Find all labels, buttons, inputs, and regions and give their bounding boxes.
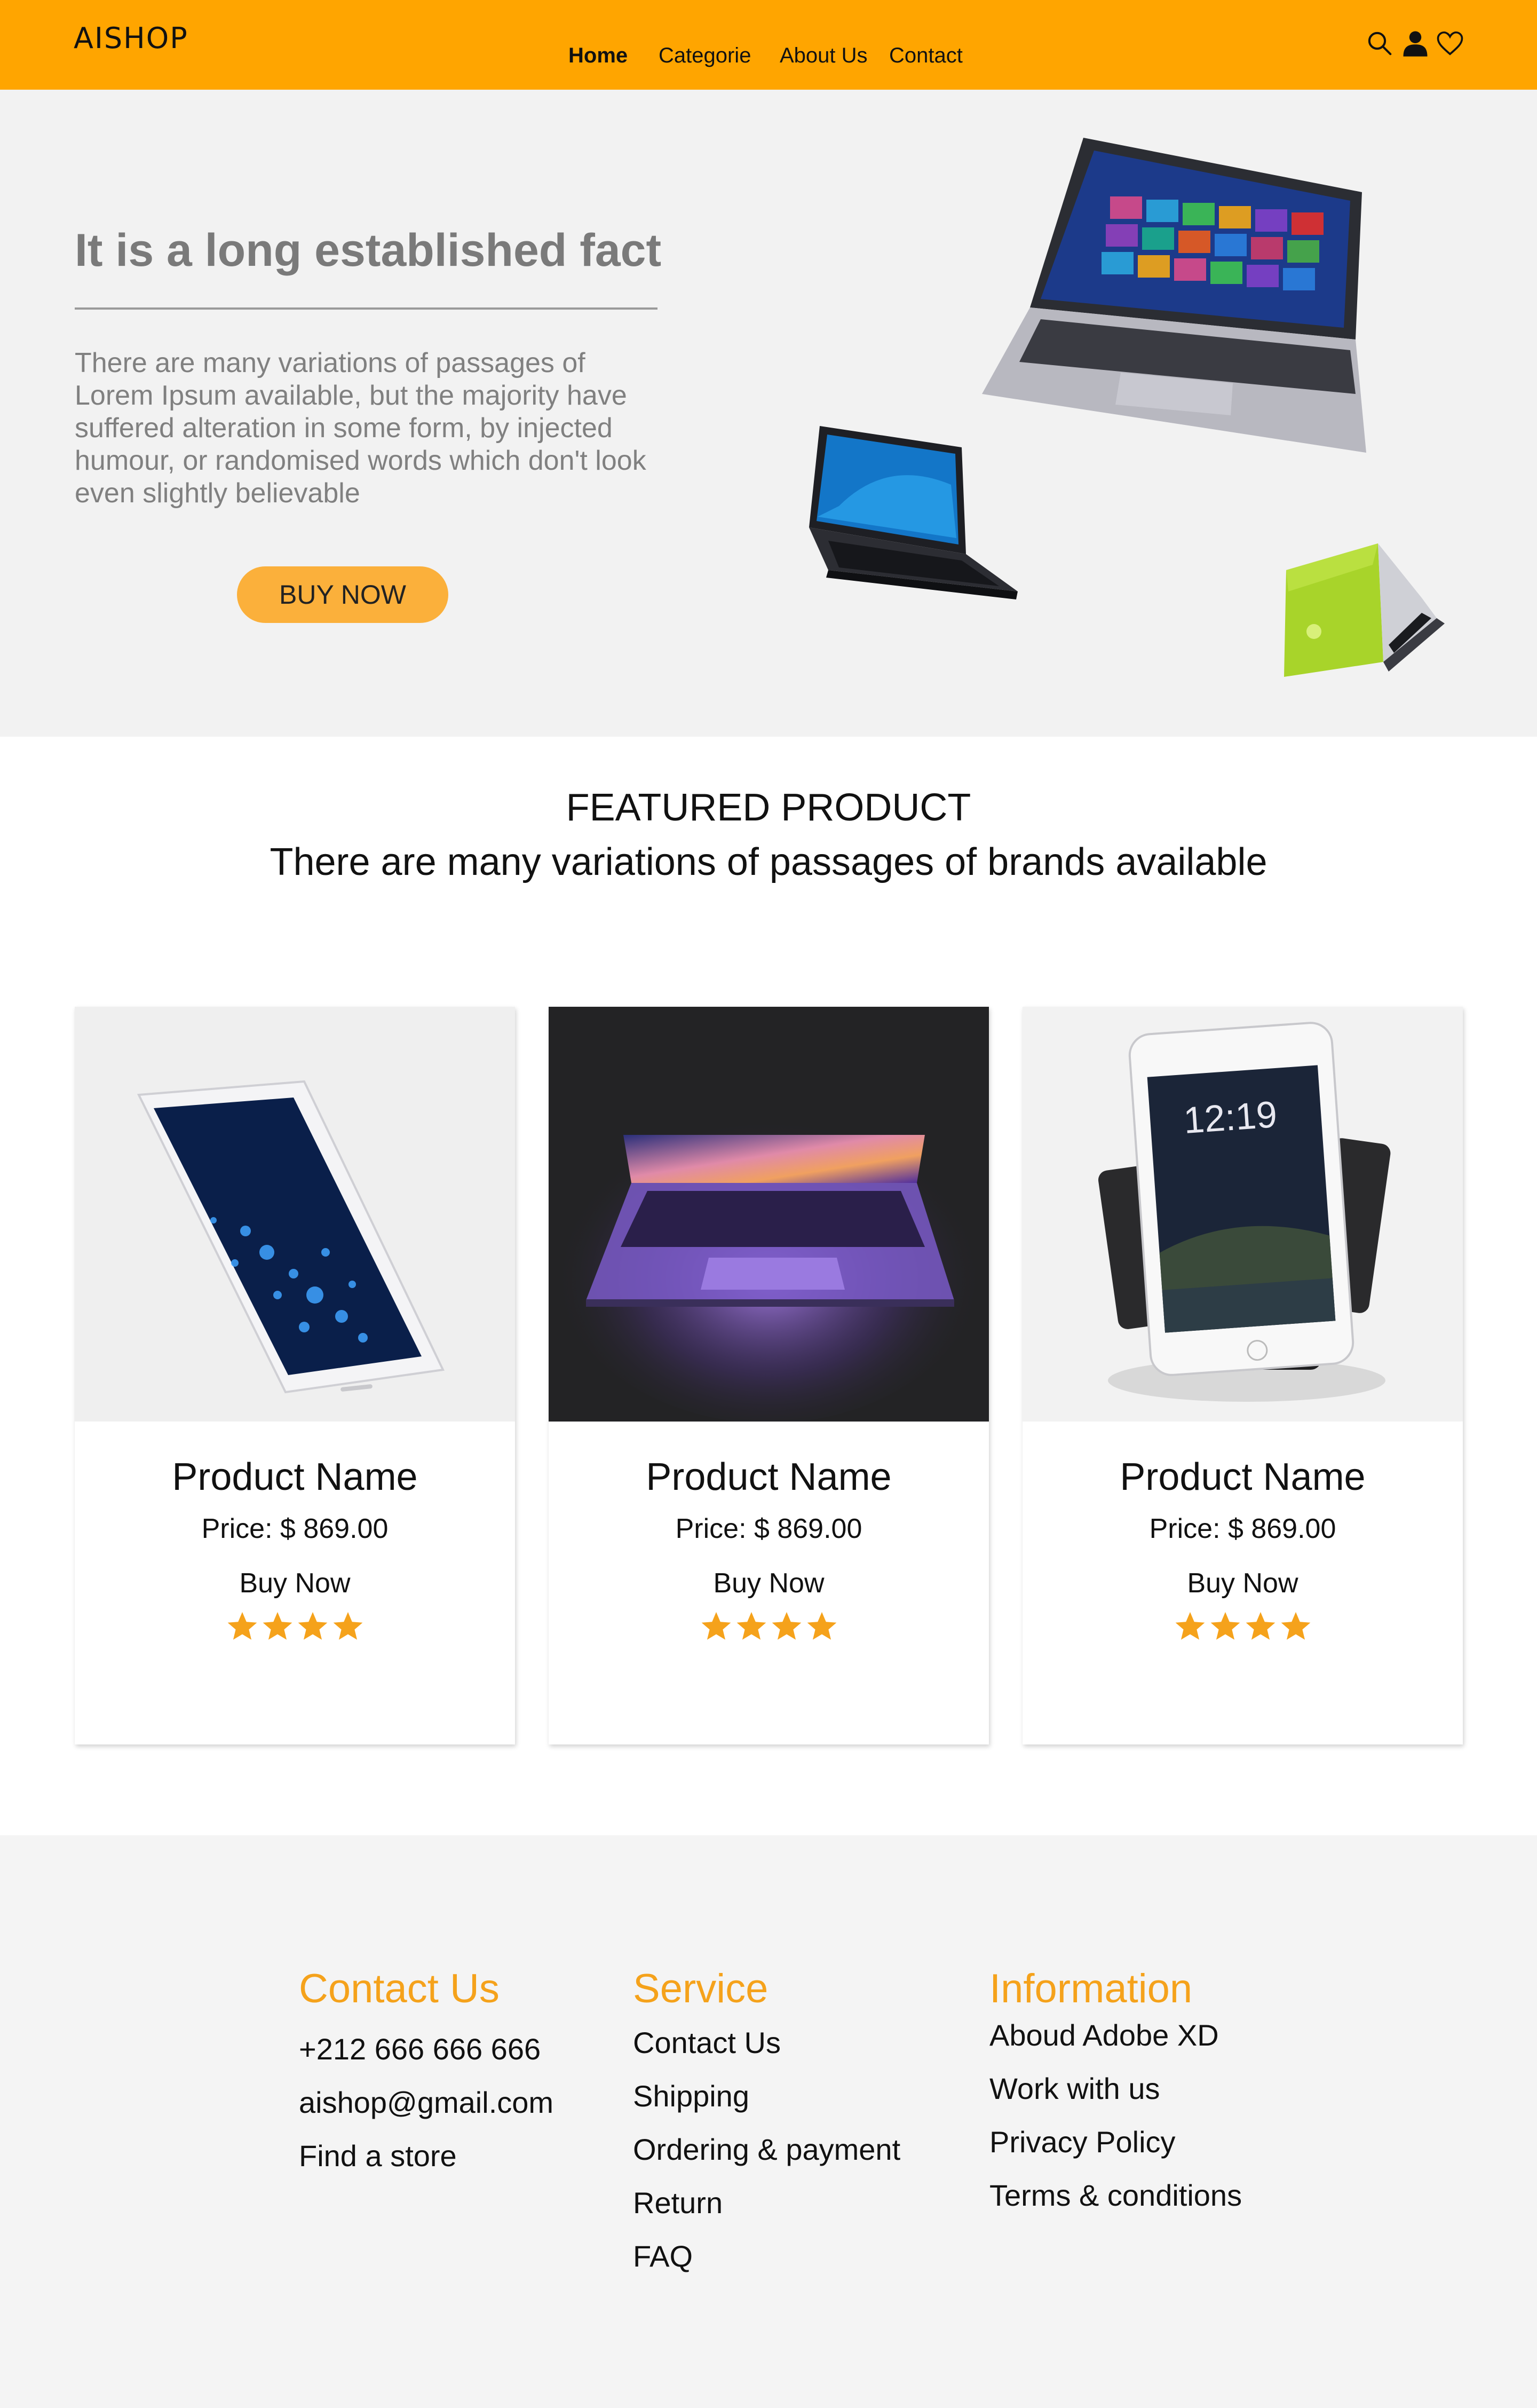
footer-link-shipping[interactable]: Shipping: [633, 2070, 900, 2123]
user-icon[interactable]: [1401, 29, 1430, 58]
nav-home[interactable]: Home: [568, 44, 628, 68]
laptop-green-image: [1284, 543, 1445, 677]
footer-service-column: Service Contact Us Shipping Ordering & p…: [633, 1965, 900, 2283]
footer-service-heading: Service: [633, 1966, 769, 2011]
laptop-large-image: [982, 138, 1366, 453]
star-icon: [298, 1612, 327, 1640]
footer-information-heading: Information: [989, 1966, 1193, 2011]
nav-categorie[interactable]: Categorie: [659, 44, 751, 68]
featured-subtitle: There are many variations of passages of…: [270, 841, 1267, 883]
star-icon: [736, 1612, 766, 1640]
product-buy-now-link[interactable]: Buy Now: [75, 1567, 515, 1599]
product-rating: [549, 1610, 989, 1646]
hero-text: There are many variations of passages of…: [75, 348, 646, 509]
star-icon: [1246, 1612, 1275, 1640]
star-icon: [807, 1612, 836, 1640]
footer-phone[interactable]: +212 666 666 666: [299, 2023, 553, 2076]
footer-contact-heading: Contact Us: [299, 1966, 500, 2011]
product-card[interactable]: 12:19 Product Name Price: $ 869.00 Buy N…: [1023, 1007, 1463, 1744]
product-buy-now-link[interactable]: Buy Now: [1023, 1567, 1463, 1599]
footer-link-return[interactable]: Return: [633, 2176, 900, 2230]
footer-find-store[interactable]: Find a store: [299, 2129, 553, 2183]
nav-contact[interactable]: Contact: [889, 44, 963, 68]
footer-link-ordering[interactable]: Ordering & payment: [633, 2123, 900, 2176]
nav-about-us[interactable]: About Us: [780, 44, 868, 68]
star-icon: [263, 1612, 292, 1640]
laptop-small-image: [809, 426, 1018, 599]
product-image-laptop[interactable]: [549, 1007, 989, 1422]
product-image-phone[interactable]: [75, 1007, 515, 1422]
footer-link-faq[interactable]: FAQ: [633, 2230, 900, 2283]
footer-link-terms[interactable]: Terms & conditions: [989, 2169, 1242, 2222]
star-icon: [701, 1612, 731, 1640]
product-name[interactable]: Product Name: [1023, 1455, 1463, 1499]
featured-title: FEATURED PRODUCT: [566, 786, 971, 829]
product-rating: [75, 1610, 515, 1646]
product-image-phone-holder[interactable]: 12:19: [1023, 1007, 1463, 1422]
product-name[interactable]: Product Name: [549, 1455, 989, 1499]
product-card[interactable]: Product Name Price: $ 869.00 Buy Now: [75, 1007, 515, 1744]
product-price: Price: $ 869.00: [201, 1513, 389, 1544]
product-rating: [1023, 1610, 1463, 1646]
hero-title: It is a long established fact: [75, 225, 662, 276]
logo[interactable]: AISHOP: [74, 21, 188, 55]
star-icon: [333, 1612, 362, 1640]
footer-email[interactable]: aishop@gmail.com: [299, 2076, 553, 2129]
star-icon: [772, 1612, 801, 1640]
star-icon: [1175, 1612, 1205, 1640]
heart-icon[interactable]: [1436, 29, 1464, 58]
footer: Contact Us +212 666 666 666 aishop@gmail…: [0, 1835, 1537, 2408]
svg-text:12:19: 12:19: [1182, 1093, 1278, 1141]
footer-information-column: Information Aboud Adobe XD Work with us …: [989, 1965, 1242, 2222]
product-name[interactable]: Product Name: [75, 1455, 515, 1499]
footer-link-about[interactable]: Aboud Adobe XD: [989, 2009, 1242, 2062]
product-card[interactable]: Product Name Price: $ 869.00 Buy Now: [549, 1007, 989, 1744]
buy-now-button[interactable]: BUY NOW: [237, 566, 448, 623]
product-price: Price: $ 869.00: [1149, 1513, 1336, 1544]
footer-link-contact[interactable]: Contact Us: [633, 2016, 900, 2070]
star-icon: [227, 1612, 257, 1640]
product-buy-now-link[interactable]: Buy Now: [549, 1567, 989, 1599]
product-price: Price: $ 869.00: [675, 1513, 862, 1544]
hero-divider: [75, 307, 657, 310]
search-icon[interactable]: [1365, 29, 1394, 58]
hero-section: It is a long established fact There are …: [0, 90, 1537, 737]
star-icon: [1210, 1612, 1240, 1640]
footer-contact-column: Contact Us +212 666 666 666 aishop@gmail…: [299, 1965, 553, 2183]
top-header: AISHOP Home Categorie About Us Contact: [0, 0, 1537, 90]
footer-link-privacy[interactable]: Privacy Policy: [989, 2115, 1242, 2169]
footer-link-work[interactable]: Work with us: [989, 2062, 1242, 2115]
star-icon: [1281, 1612, 1310, 1640]
